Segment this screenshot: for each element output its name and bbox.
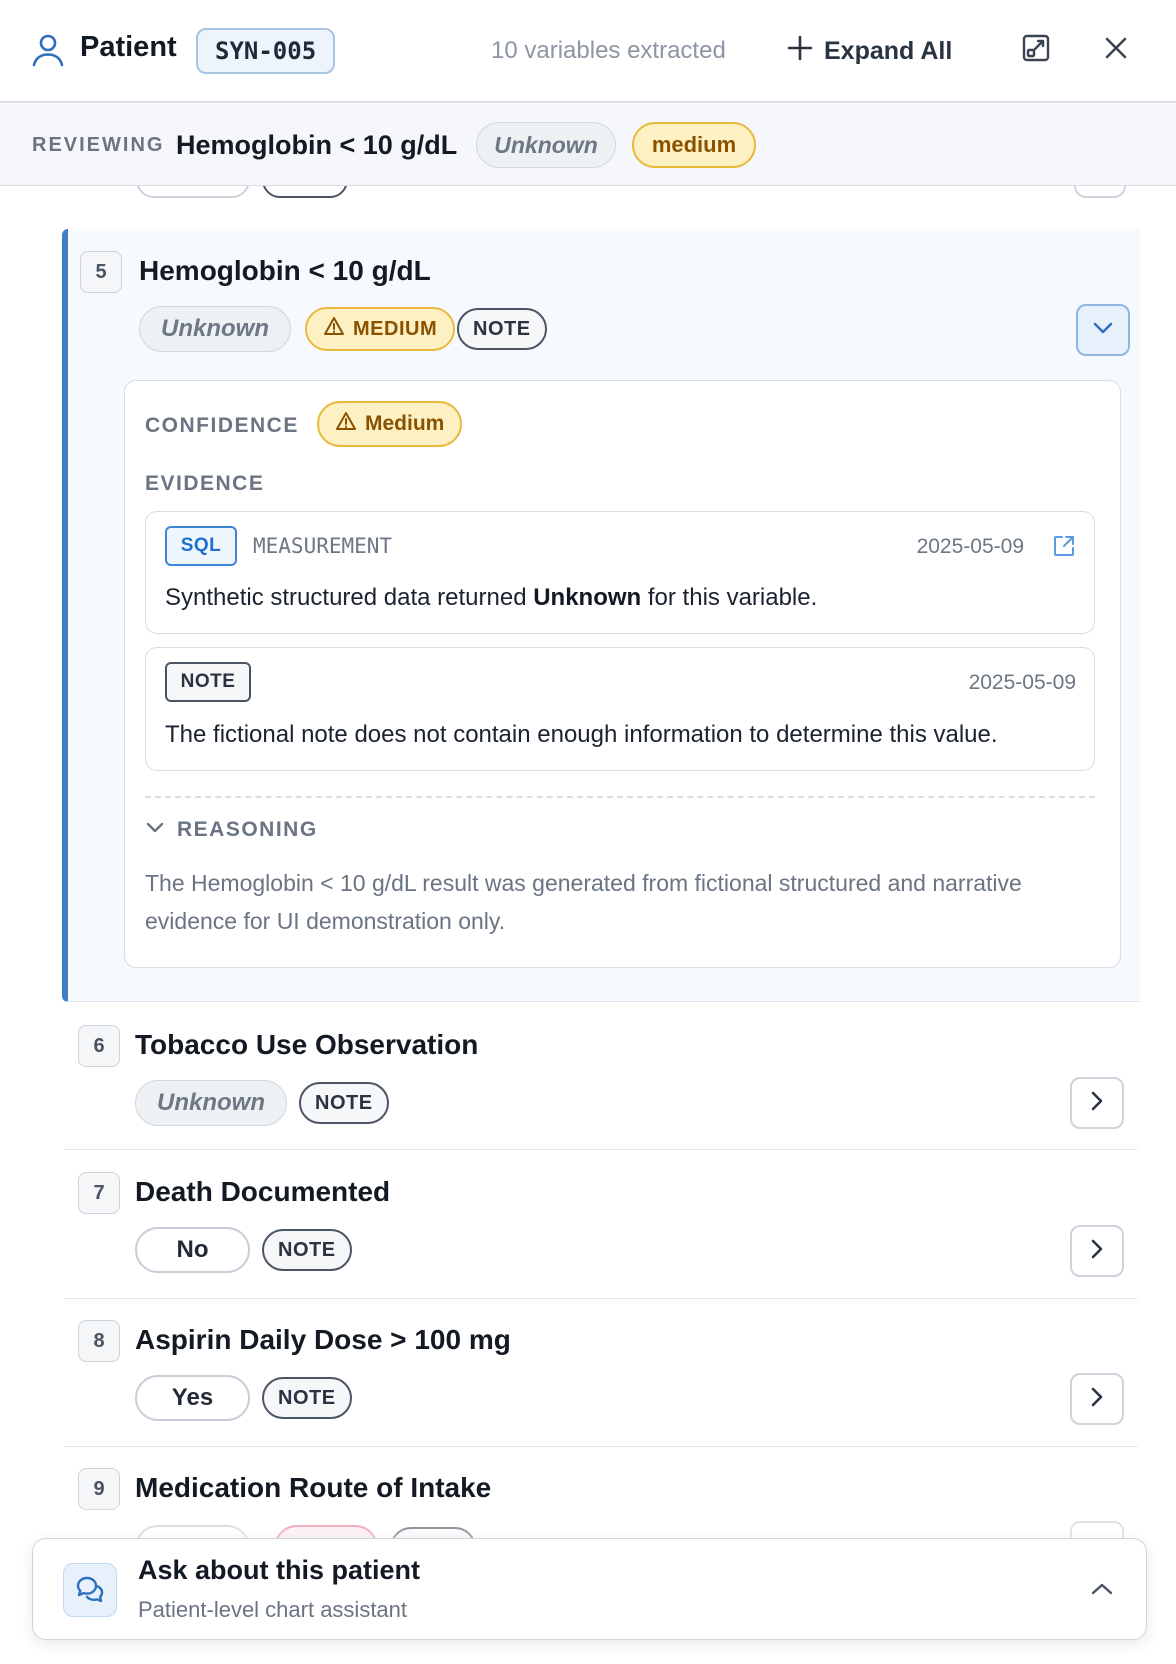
evidence-card-note: NOTE 2025-05-09 The fictional note does … bbox=[145, 647, 1095, 771]
chevron-down-icon bbox=[1091, 320, 1115, 341]
divider bbox=[145, 796, 1095, 798]
list-item: 6 Tobacco Use Observation Unknown NOTE bbox=[64, 1002, 1138, 1150]
variable-number: 7 bbox=[78, 1172, 120, 1214]
variable-number: 8 bbox=[78, 1320, 120, 1362]
source-badge: NOTE bbox=[262, 1377, 352, 1419]
variable-title: Tobacco Use Observation bbox=[135, 1029, 479, 1060]
collapse-row-button[interactable] bbox=[1076, 304, 1130, 356]
expand-all-label: Expand All bbox=[824, 36, 953, 65]
variable-number: 5 bbox=[80, 251, 122, 293]
reasoning-section-label: REASONING bbox=[177, 818, 318, 841]
warning-icon bbox=[335, 411, 357, 437]
evidence-source-table: MEASUREMENT bbox=[253, 534, 393, 558]
evidence-date: 2025-05-09 bbox=[968, 671, 1076, 694]
evidence-text-part: Synthetic structured data returned bbox=[165, 584, 534, 611]
variable-number: 6 bbox=[78, 1025, 120, 1067]
confidence-badge: MEDIUM bbox=[305, 307, 456, 351]
chevron-right-icon bbox=[1089, 1385, 1105, 1414]
list-item-expanded: 5 Hemoglobin < 10 g/dL Unknown MEDIUM NO… bbox=[62, 229, 1140, 1002]
list-item: 8 Aspirin Daily Dose > 100 mg Yes NOTE bbox=[64, 1299, 1138, 1447]
value-badge: Unknown bbox=[135, 1080, 287, 1126]
value-badge: Unknown bbox=[139, 306, 291, 352]
reviewing-label: REVIEWING bbox=[32, 134, 165, 156]
patient-id-badge: SYN-005 bbox=[196, 28, 336, 74]
evidence-text: The fictional note does not contain enou… bbox=[165, 721, 998, 748]
assistant-subtitle: Patient-level chart assistant bbox=[138, 1597, 408, 1622]
patient-assistant-bar[interactable]: Ask about this patient Patient-level cha… bbox=[32, 1538, 1147, 1640]
value-badge: Yes bbox=[135, 1375, 250, 1421]
list-item: 7 Death Documented No NOTE bbox=[64, 1150, 1138, 1299]
expand-all-button[interactable]: Expand All bbox=[786, 30, 952, 72]
assistant-title: Ask about this patient bbox=[138, 1555, 421, 1585]
plus-icon bbox=[786, 34, 814, 69]
evidence-text-highlight: Unknown bbox=[533, 584, 642, 611]
evidence-type-badge: SQL bbox=[165, 526, 237, 566]
reviewing-confidence-badge: medium bbox=[632, 122, 756, 168]
expand-row-button[interactable] bbox=[1070, 1077, 1124, 1129]
reasoning-toggle[interactable]: REASONING bbox=[145, 818, 318, 842]
value-badge: No bbox=[135, 1227, 250, 1273]
confidence-section-label: CONFIDENCE bbox=[145, 414, 299, 437]
reviewing-value-badge: Unknown bbox=[476, 122, 616, 168]
chevron-down-icon bbox=[145, 821, 165, 840]
chevron-up-icon bbox=[1082, 1569, 1122, 1609]
variable-title: Death Documented bbox=[135, 1176, 391, 1207]
reasoning-text: The Hemoglobin < 10 g/dL result was gene… bbox=[145, 870, 1022, 934]
panel-title: Patient bbox=[80, 31, 177, 63]
evidence-date: 2025-05-09 bbox=[916, 535, 1024, 558]
evidence-section-label: EVIDENCE bbox=[145, 472, 265, 495]
expand-row-button[interactable] bbox=[1070, 1373, 1124, 1425]
close-icon bbox=[1102, 34, 1130, 67]
confidence-badge-label: MEDIUM bbox=[353, 317, 438, 340]
source-badge: NOTE bbox=[299, 1082, 389, 1124]
warning-icon bbox=[323, 316, 345, 342]
evidence-card-sql: SQL MEASUREMENT 2025-05-09 Synthetic str… bbox=[145, 511, 1095, 634]
chevron-right-icon bbox=[1089, 1089, 1105, 1118]
expand-row-button[interactable] bbox=[1070, 1225, 1124, 1277]
external-link-icon[interactable] bbox=[1052, 534, 1076, 563]
close-button[interactable] bbox=[1096, 30, 1136, 70]
reviewing-bar: REVIEWING Hemoglobin < 10 g/dL Unknown m… bbox=[0, 104, 1176, 186]
variables-count: 10 variables extracted bbox=[491, 37, 726, 64]
evidence-text: Synthetic structured data returned Unkno… bbox=[165, 584, 817, 612]
source-badge: NOTE bbox=[262, 1229, 352, 1271]
confidence-value-badge: Medium bbox=[317, 401, 463, 447]
source-badge: NOTE bbox=[457, 308, 547, 350]
reviewing-variable-name: Hemoglobin < 10 g/dL bbox=[176, 130, 458, 160]
variable-title: Hemoglobin < 10 g/dL bbox=[139, 255, 431, 286]
chat-bubbles-icon bbox=[63, 1563, 117, 1617]
person-icon bbox=[30, 32, 66, 68]
variable-detail-panel: CONFIDENCE Medium EVIDENCE SQL MEASUREME… bbox=[124, 380, 1121, 968]
variable-title: Aspirin Daily Dose > 100 mg bbox=[135, 1324, 511, 1355]
evidence-type-badge: NOTE bbox=[165, 662, 251, 702]
open-in-new-window-icon bbox=[1021, 33, 1051, 68]
chevron-right-icon bbox=[1089, 1237, 1105, 1266]
evidence-text-part: for this variable. bbox=[641, 584, 818, 611]
confidence-value-label: Medium bbox=[365, 412, 445, 435]
panel-header: Patient SYN-005 10 variables extracted E… bbox=[0, 0, 1176, 103]
open-in-window-button[interactable] bbox=[1016, 30, 1056, 70]
